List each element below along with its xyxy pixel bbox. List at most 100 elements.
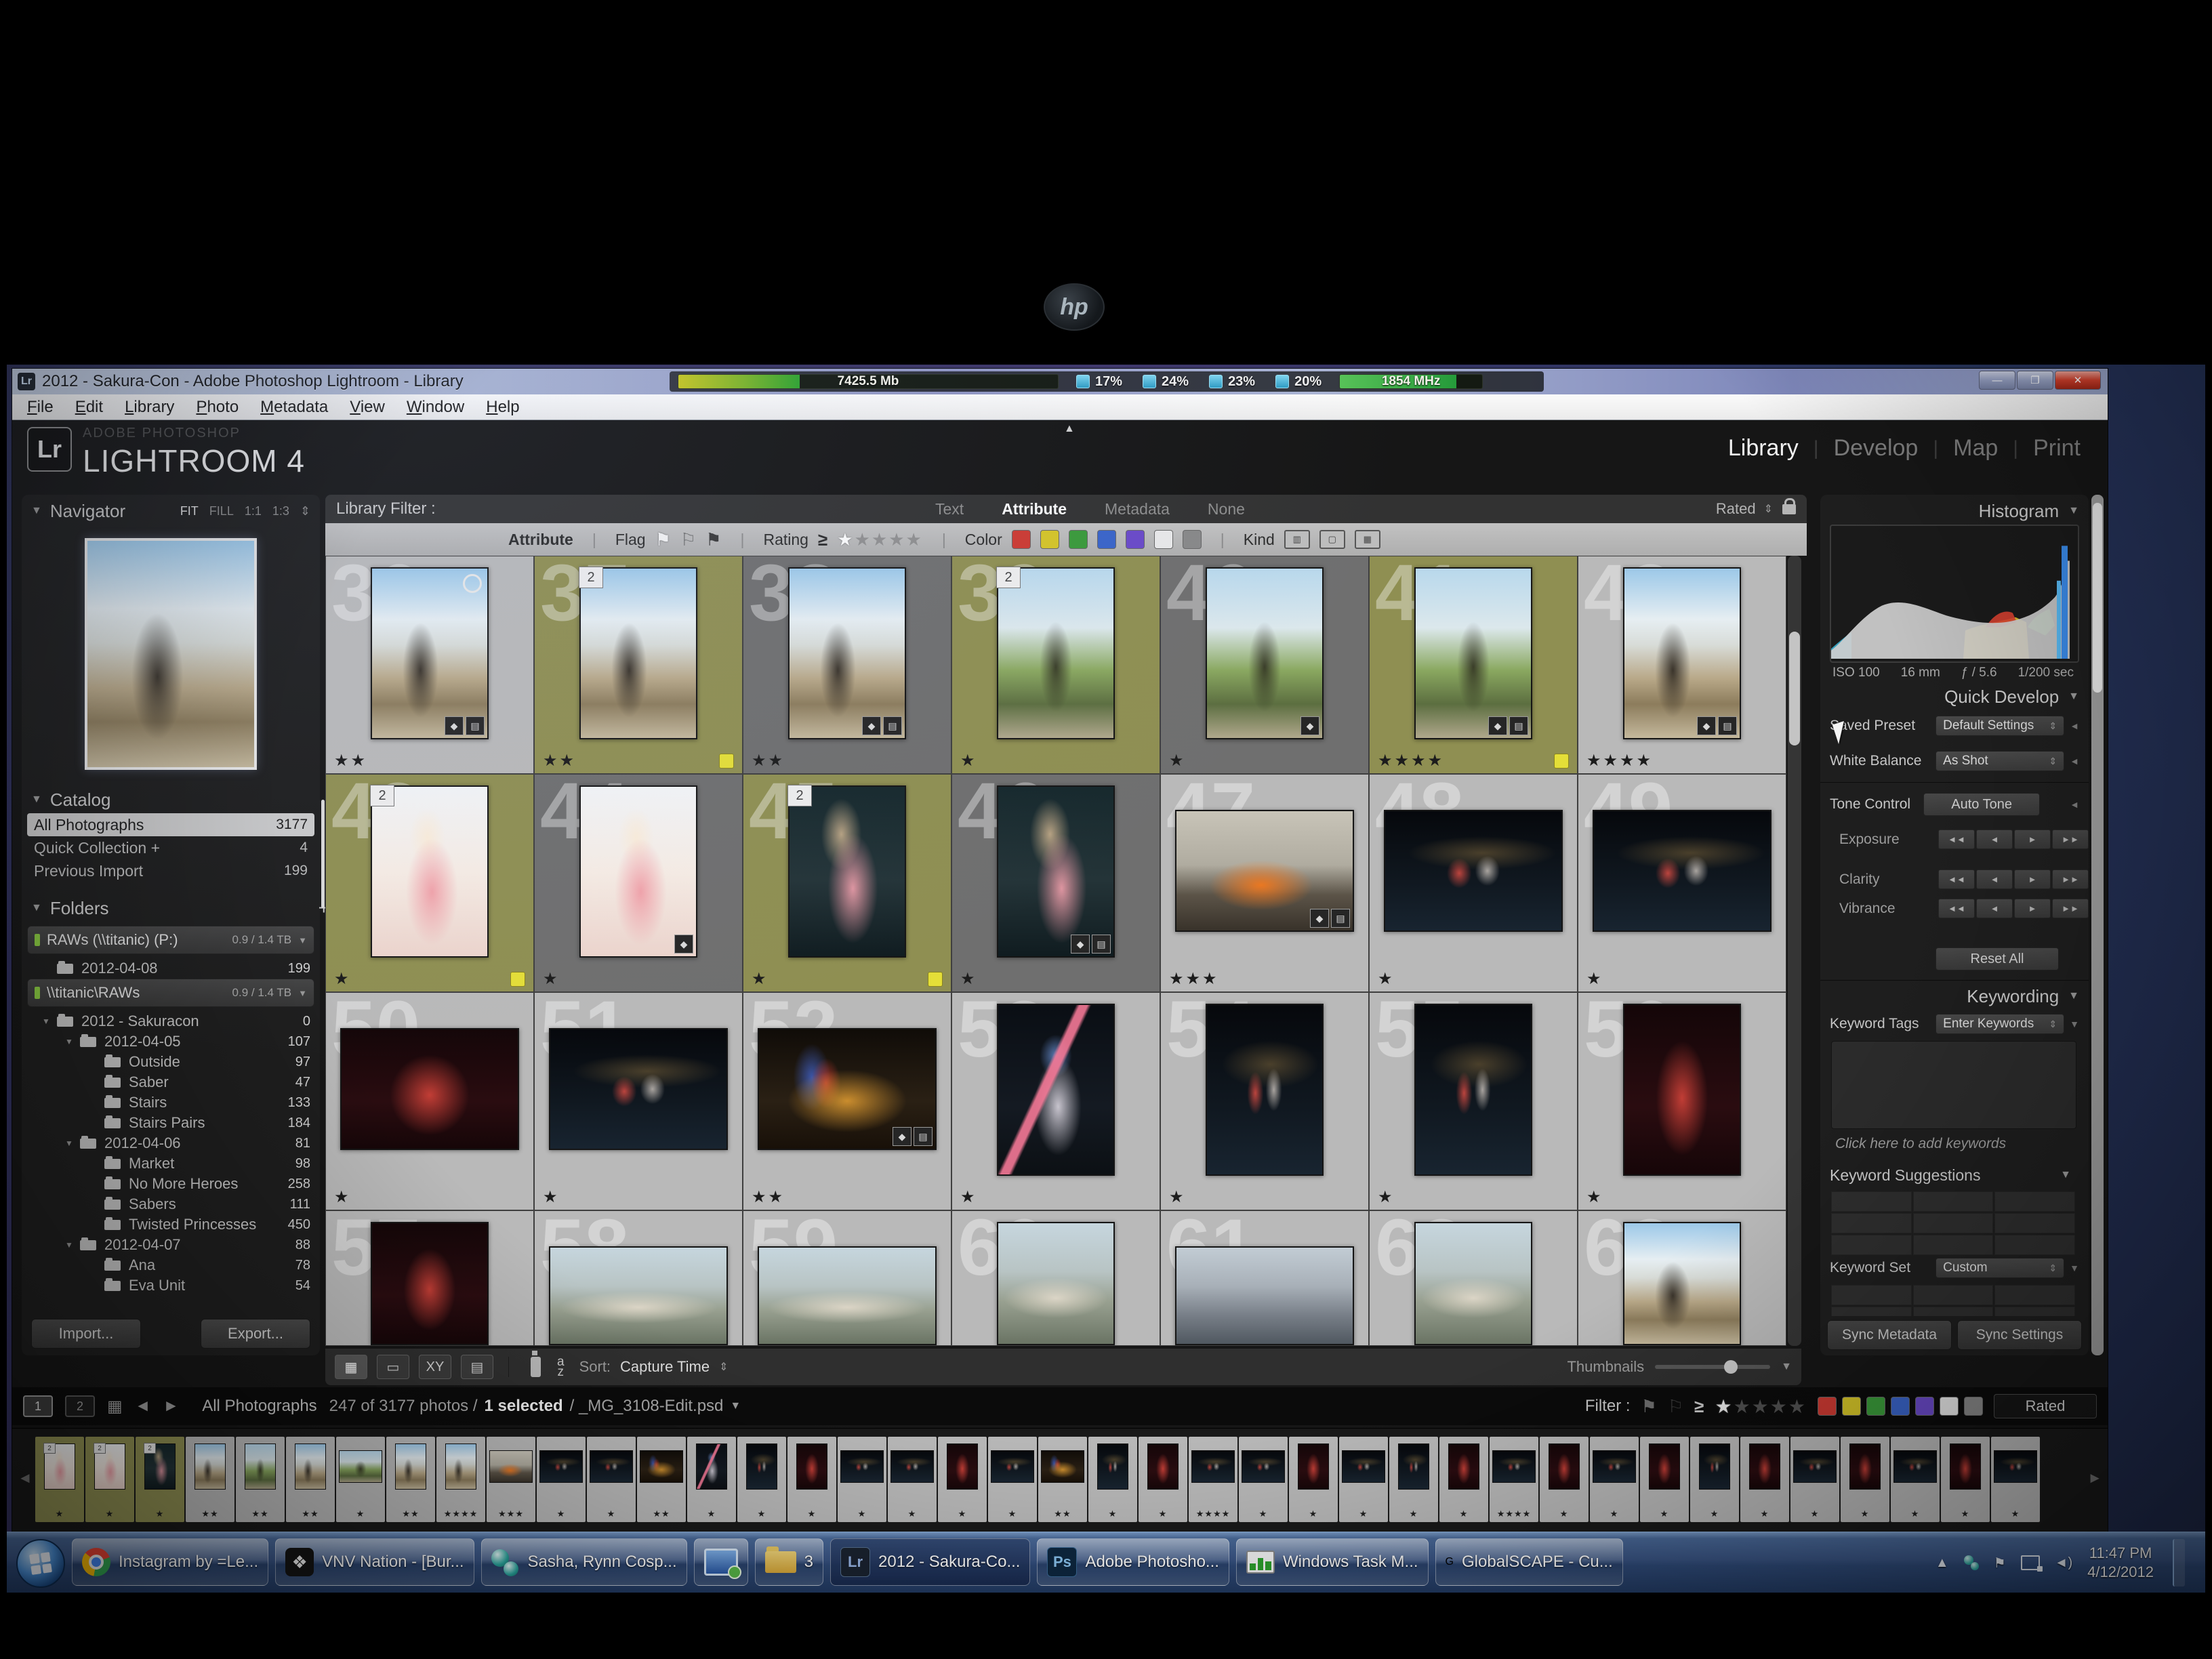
add-keywords-field[interactable]: Click here to add keywords bbox=[1835, 1136, 2006, 1152]
grid-cell-53[interactable]: 53★ bbox=[952, 993, 1160, 1210]
folder-item-2012-04-05[interactable]: ▼2012-04-05107 bbox=[27, 1031, 314, 1052]
folder-item-twisted-princesses[interactable]: Twisted Princesses450 bbox=[27, 1214, 314, 1235]
folder-item-2012-04-08[interactable]: 2012-04-08199 bbox=[27, 958, 314, 979]
module-print[interactable]: Print bbox=[2033, 435, 2081, 462]
color-chip[interactable] bbox=[1891, 1397, 1910, 1416]
expand-left-icon[interactable]: ◄ bbox=[2070, 756, 2079, 766]
filmstrip-thumb-36[interactable]: ★ bbox=[1790, 1437, 1839, 1522]
tray-network-icon[interactable] bbox=[2021, 1555, 2040, 1570]
tray-volume-icon[interactable]: ◄) bbox=[2055, 1555, 2072, 1571]
grid-cell-55[interactable]: 55★ bbox=[1370, 993, 1577, 1210]
star-rating[interactable]: ★ bbox=[960, 969, 977, 989]
tray-expand-icon[interactable]: ▲ bbox=[1936, 1555, 1949, 1571]
grid-cell-57[interactable]: 57 bbox=[326, 1211, 533, 1345]
star-rating[interactable]: ★ bbox=[960, 751, 977, 771]
star-rating[interactable]: ★ bbox=[543, 969, 560, 989]
photo-thumbnail[interactable] bbox=[340, 1028, 519, 1150]
slider-knob[interactable] bbox=[1724, 1360, 1738, 1374]
filmstrip-thumb-28[interactable]: ★ bbox=[1389, 1437, 1438, 1522]
stepper-increase-button[interactable]: ►► bbox=[2052, 869, 2089, 889]
disclosure-triangle[interactable]: ▼ bbox=[65, 1240, 80, 1250]
taskbar-button-sasha-rynn-cosp[interactable]: Sasha, Rynn Cosp... bbox=[481, 1538, 687, 1586]
filmstrip-thumb-24[interactable]: ★★★★ bbox=[1189, 1437, 1237, 1522]
stepper-decrease-button[interactable]: ◄ bbox=[1976, 899, 2013, 918]
filmstrip-thumb-38[interactable]: ★ bbox=[1891, 1437, 1940, 1522]
develop-badge-icon[interactable]: ◆ bbox=[1310, 909, 1329, 928]
sync-settings-button[interactable]: Sync Settings bbox=[1957, 1320, 2082, 1350]
navigator-zoom-1-3[interactable]: 1:3 bbox=[272, 504, 289, 518]
folder-item-saber[interactable]: Saber47 bbox=[27, 1072, 314, 1092]
filmstrip-thumb-13[interactable]: ★★ bbox=[637, 1437, 686, 1522]
filmstrip-left-arrow[interactable]: ◄ bbox=[18, 1469, 33, 1487]
star-icon[interactable]: ★ bbox=[1734, 1396, 1752, 1417]
volume-header-titanic-raws[interactable]: \\titanic\RAWs0.9 / 1.4 TB▼ bbox=[27, 979, 314, 1007]
filmstrip-thumb-25[interactable]: ★ bbox=[1239, 1437, 1288, 1522]
grid-cell-37[interactable]: 372★★ bbox=[535, 556, 742, 773]
taskbar-button-computer[interactable] bbox=[694, 1538, 748, 1586]
grid-cell-58[interactable]: 58 bbox=[535, 1211, 742, 1345]
crop-badge-icon[interactable]: ▤ bbox=[1331, 909, 1350, 928]
stepper-increase-button[interactable]: ► bbox=[2014, 869, 2051, 889]
catalog-item-all-photographs[interactable]: All Photographs3177 bbox=[27, 813, 314, 836]
star-rating[interactable]: ★ bbox=[1378, 1187, 1395, 1207]
photo-thumbnail[interactable]: 2 bbox=[371, 785, 489, 958]
painter-spray-icon[interactable] bbox=[531, 1357, 541, 1377]
grid-cell-54[interactable]: 54★ bbox=[1161, 993, 1368, 1210]
module-develop[interactable]: Develop bbox=[1834, 435, 1919, 462]
filmstrip-thumb-7[interactable]: ★ bbox=[336, 1437, 385, 1522]
flag-reject-icon[interactable]: ⚐ bbox=[1668, 1396, 1683, 1417]
rating-stars[interactable]: ★★★★★ bbox=[837, 529, 923, 550]
source-name[interactable]: All Photographs bbox=[202, 1397, 316, 1416]
grid-cell-42[interactable]: 42◆▤★★★★ bbox=[1578, 556, 1786, 773]
star-rating[interactable]: ★★★★ bbox=[1378, 751, 1444, 771]
star-rating[interactable]: ★ bbox=[543, 1187, 560, 1207]
grid-scrollbar-thumb[interactable] bbox=[1789, 632, 1800, 745]
filmstrip-right-arrow[interactable]: ► bbox=[2087, 1469, 2102, 1487]
photo-thumbnail[interactable]: ◆▤ bbox=[788, 567, 906, 739]
color-chip[interactable] bbox=[1154, 530, 1173, 549]
secondary-monitor-button[interactable]: 2 bbox=[65, 1395, 95, 1417]
photo-thumbnail[interactable]: ◆ bbox=[1206, 567, 1324, 739]
filmstrip-thumb-12[interactable]: ★ bbox=[587, 1437, 636, 1522]
grid-cell-40[interactable]: 40◆★ bbox=[1161, 556, 1368, 773]
filmstrip-thumb-23[interactable]: ★ bbox=[1139, 1437, 1187, 1522]
compare-view-icon[interactable]: XY bbox=[419, 1355, 451, 1379]
keyword-suggestion-cell[interactable] bbox=[1913, 1191, 1994, 1212]
stepper-increase-button[interactable]: ► bbox=[2014, 899, 2051, 918]
filmstrip-thumb-40[interactable]: ★ bbox=[1991, 1437, 2040, 1522]
filmstrip-thumb-4[interactable]: ★★ bbox=[186, 1437, 234, 1522]
photo-thumbnail[interactable]: 2 bbox=[788, 785, 906, 958]
close-button[interactable]: ✕ bbox=[2055, 371, 2101, 390]
grid-cell-56[interactable]: 56★ bbox=[1578, 993, 1786, 1210]
folder-item-2012-04-06[interactable]: ▼2012-04-0681 bbox=[27, 1133, 314, 1153]
keyword-suggestion-cell[interactable] bbox=[1994, 1191, 2075, 1212]
filmstrip-thumb-3[interactable]: 2★ bbox=[136, 1437, 184, 1522]
grid-cell-45[interactable]: 452★ bbox=[743, 775, 951, 991]
filmstrip-thumb-19[interactable]: ★ bbox=[938, 1437, 987, 1522]
color-chip[interactable] bbox=[1069, 530, 1088, 549]
photo-thumbnail[interactable] bbox=[758, 1246, 937, 1345]
grid-cell-46[interactable]: 46◆▤★ bbox=[952, 775, 1160, 991]
folder-item-stairs-pairs[interactable]: Stairs Pairs184 bbox=[27, 1113, 314, 1133]
star-rating[interactable]: ★ bbox=[752, 969, 769, 989]
star-rating[interactable]: ★★★★ bbox=[1586, 751, 1653, 771]
navigator-header[interactable]: ▼ Navigator FITFILL1:11:3⇕ bbox=[22, 499, 320, 523]
disclosure-triangle[interactable]: ▼ bbox=[65, 1139, 80, 1148]
keyword-tags-textarea[interactable] bbox=[1831, 1041, 2076, 1129]
filter-preset[interactable]: Rated ⇕ bbox=[1716, 500, 1796, 518]
filmstrip-thumb-20[interactable]: ★ bbox=[988, 1437, 1037, 1522]
color-chip[interactable] bbox=[1866, 1397, 1885, 1416]
crop-badge-icon[interactable]: ▤ bbox=[1718, 716, 1737, 735]
color-chip[interactable] bbox=[1040, 530, 1059, 549]
quickdevelop-header[interactable]: Quick Develop ▼ bbox=[1820, 684, 2089, 709]
photo-thumbnail[interactable]: ◆▤ bbox=[371, 567, 489, 739]
reset-all-button[interactable]: Reset All bbox=[1936, 947, 2059, 970]
menu-file[interactable]: File bbox=[16, 398, 64, 417]
left-panel-scrollbar[interactable] bbox=[321, 800, 325, 908]
develop-badge-icon[interactable]: ◆ bbox=[674, 935, 693, 954]
taskbar-button-globalscape-cu[interactable]: GGlobalSCAPE - Cu... bbox=[1435, 1538, 1623, 1586]
color-chip[interactable] bbox=[1183, 530, 1202, 549]
grid-cell-36[interactable]: 36◆▤★★ bbox=[326, 556, 533, 773]
photo-thumbnail[interactable] bbox=[549, 1028, 728, 1150]
star-icon[interactable]: ★ bbox=[1788, 1396, 1807, 1417]
